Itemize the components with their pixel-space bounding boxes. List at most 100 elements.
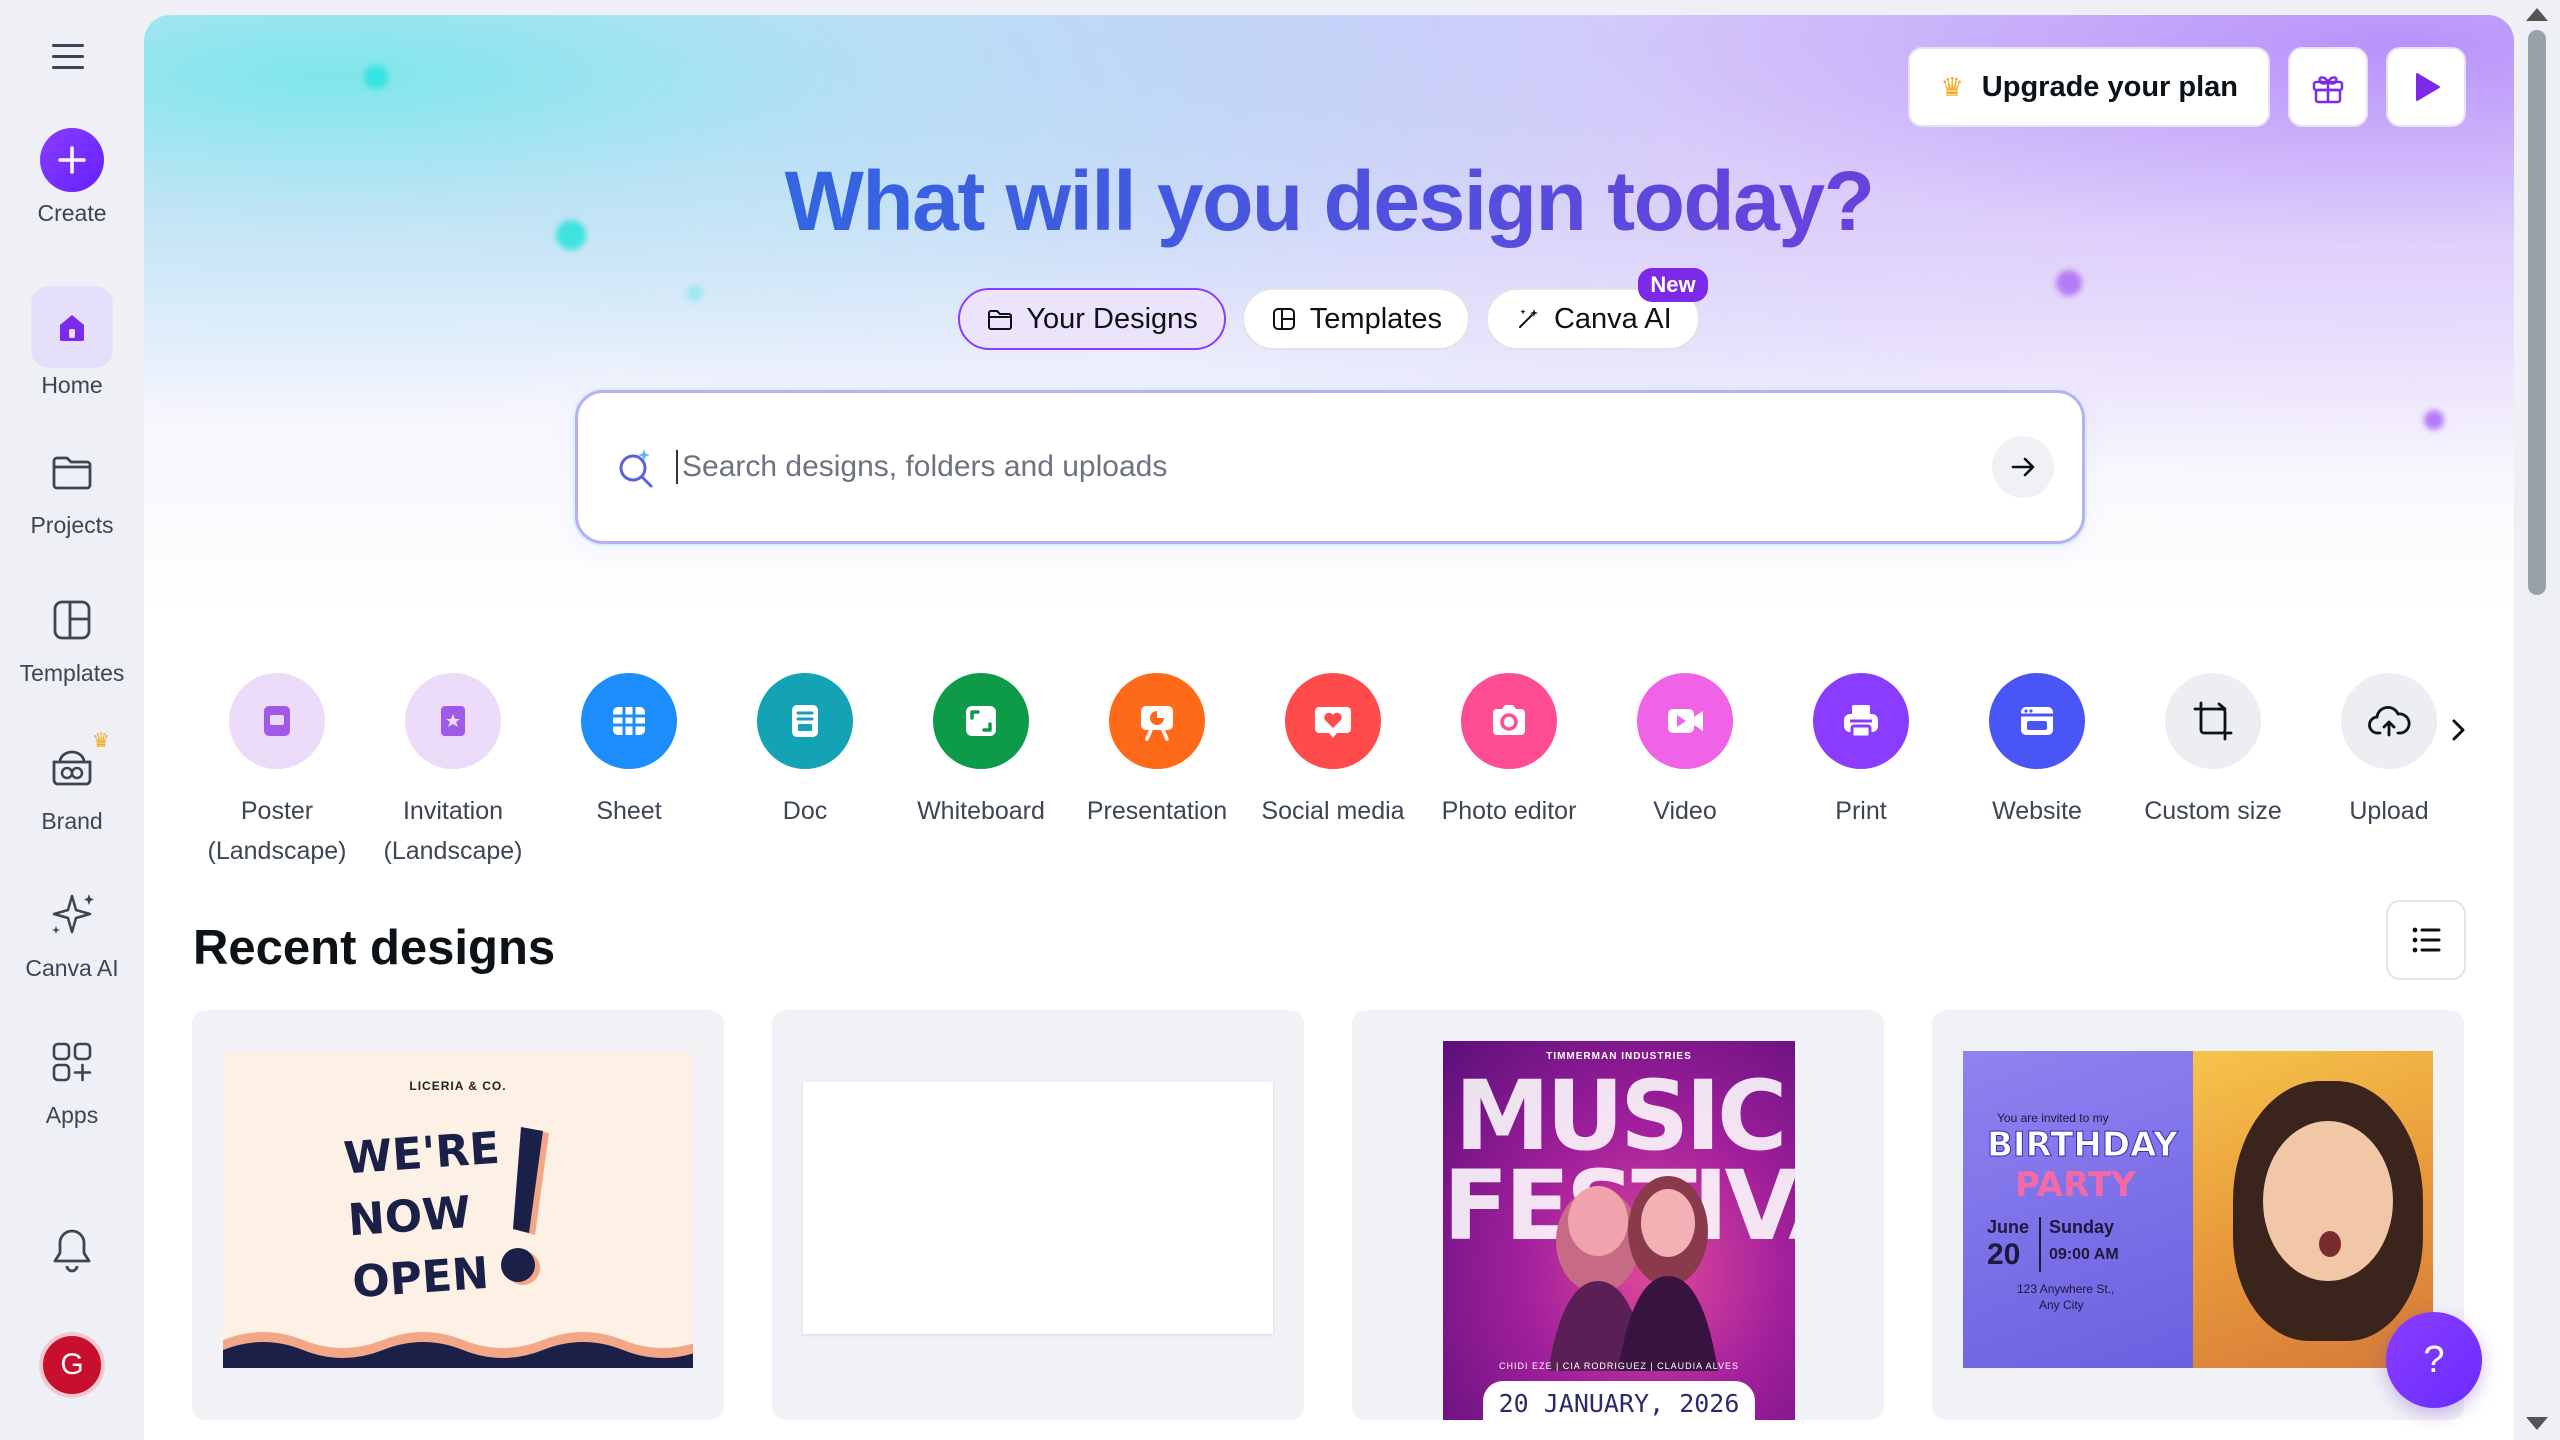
sidebar-item-label: Home: [41, 372, 103, 398]
print-icon: [1813, 673, 1909, 769]
website-icon: [1989, 673, 2085, 769]
scroll-down-arrow-icon[interactable]: [2526, 1417, 2548, 1430]
sidebar-item-create[interactable]: Create: [0, 128, 144, 227]
hamburger-menu-icon[interactable]: [52, 36, 92, 76]
design-type-website[interactable]: Website: [1949, 673, 2125, 871]
help-button[interactable]: ?: [2386, 1312, 2482, 1408]
folder-icon: [40, 440, 104, 504]
thumbnail-text: LICERIA & CO.: [409, 1079, 507, 1093]
plus-icon: [40, 128, 104, 192]
sidebar-item-projects[interactable]: Projects: [0, 440, 144, 539]
sheet-icon: [581, 673, 677, 769]
sidebar: Create Home Projects Templates ♛ Brand C…: [0, 0, 144, 1440]
video-icon: [1637, 673, 1733, 769]
design-card[interactable]: [772, 1010, 1304, 1420]
upgrade-label: Upgrade your plan: [1981, 70, 2238, 103]
ai-search-icon: [619, 449, 653, 488]
design-type-upload[interactable]: Upload: [2301, 673, 2477, 871]
sidebar-item-brand[interactable]: ♛ Brand: [0, 730, 144, 835]
sidebar-item-templates[interactable]: Templates: [0, 588, 144, 687]
design-type-sheet[interactable]: Sheet: [541, 673, 717, 871]
presentation-icon: [1109, 673, 1205, 769]
page-title: What will you design today?: [144, 153, 2514, 250]
tab-label: Your Designs: [1026, 302, 1198, 335]
gift-icon: [2312, 76, 2344, 104]
list-view-button[interactable]: [2386, 900, 2466, 980]
design-type-doc[interactable]: Doc: [717, 673, 893, 871]
design-type-label: Video: [1653, 797, 1717, 825]
design-type-invitation[interactable]: Invitation (Landscape): [365, 673, 541, 871]
tab-canva-ai[interactable]: Canva AI New: [1485, 268, 1708, 350]
tab-your-designs[interactable]: Your Designs: [958, 288, 1226, 350]
camera-icon: [1461, 673, 1557, 769]
thumbnail-line: Any City: [2039, 1298, 2084, 1312]
sidebar-item-label: Projects: [30, 512, 114, 538]
crown-icon: ♛: [92, 730, 110, 752]
design-type-label: Invitation (Landscape): [383, 797, 523, 865]
tab-label: Canva AI: [1553, 302, 1672, 335]
recent-designs-heading: Recent designs: [193, 921, 556, 975]
sidebar-item-canva-ai[interactable]: Canva AI: [0, 883, 144, 982]
play-button[interactable]: [2386, 47, 2466, 127]
heart-icon: [1285, 673, 1381, 769]
chevron-right-icon[interactable]: [2444, 715, 2474, 750]
scrollbar-thumb[interactable]: [2528, 30, 2546, 595]
sidebar-item-label: Canva AI: [25, 955, 119, 981]
design-card[interactable]: TIMMERMAN INDUSTRIES MUSIC FESTIVAL CHID…: [1352, 1010, 1884, 1420]
design-type-label: Custom size: [2144, 797, 2282, 825]
thumbnail-line: Sunday: [2049, 1217, 2115, 1237]
magic-sparkles-icon: [1518, 309, 1538, 328]
sidebar-item-apps[interactable]: Apps: [0, 1030, 144, 1129]
sidebar-item-label: Brand: [41, 808, 103, 834]
sidebar-item-home[interactable]: Home: [0, 286, 144, 399]
sparkles-icon: [40, 883, 104, 947]
design-type-label: Upload: [2349, 797, 2429, 825]
design-type-label: Social media: [1261, 797, 1405, 825]
design-card[interactable]: You are invited to my BIRTHDAY PARTY Jun…: [1932, 1010, 2464, 1420]
thumbnail-line: NOW: [346, 1186, 473, 1247]
upload-cloud-icon: [2341, 673, 2437, 769]
thumbnail-text: WE'RE NOW OPEN: [342, 1118, 511, 1314]
user-avatar[interactable]: G: [0, 1332, 144, 1398]
sparkle-decoration: [364, 65, 388, 89]
design-type-label: Poster (Landscape): [207, 797, 347, 865]
design-type-label: Print: [1835, 797, 1887, 825]
design-type-whiteboard[interactable]: Whiteboard: [893, 673, 1069, 871]
design-type-label: Sheet: [596, 797, 662, 825]
singers-image: [1548, 1176, 1718, 1371]
crown-icon: ♛: [1940, 71, 1964, 102]
arrow-right-icon: [2011, 457, 2035, 477]
design-type-poster[interactable]: Poster (Landscape): [189, 673, 365, 871]
sidebar-item-label: Create: [37, 200, 107, 226]
search-submit-button[interactable]: [1992, 436, 2054, 498]
notifications-bell-icon[interactable]: [0, 1225, 144, 1275]
design-type-video[interactable]: Video: [1597, 673, 1773, 871]
thumbnail-line: 123 Anywhere St.,: [2017, 1282, 2115, 1296]
wave-graphic: [223, 1332, 693, 1368]
design-type-print[interactable]: Print: [1773, 673, 1949, 871]
tab-label: Templates: [1309, 302, 1442, 335]
design-type-social-media[interactable]: Social media: [1245, 673, 1421, 871]
list-icon: [2412, 927, 2441, 953]
scroll-up-arrow-icon[interactable]: [2526, 8, 2548, 21]
sidebar-item-label: Templates: [19, 660, 125, 686]
gift-button[interactable]: [2288, 47, 2368, 127]
design-type-custom-size[interactable]: Custom size: [2125, 673, 2301, 871]
folder-icon: [988, 310, 1013, 330]
design-thumbnail: You are invited to my BIRTHDAY PARTY Jun…: [1963, 1051, 2433, 1368]
thumbnail-text: You are invited to my BIRTHDAY PARTY Jun…: [1987, 1111, 2179, 1312]
design-type-photo-editor[interactable]: Photo editor: [1421, 673, 1597, 871]
sparkle-decoration: [2424, 410, 2444, 430]
page-scrollbar[interactable]: [2514, 0, 2560, 1440]
search-bar: [575, 390, 2085, 544]
design-source-tabs: Your Designs Templates Canva AI New: [144, 268, 2514, 350]
upgrade-plan-button[interactable]: ♛ Upgrade your plan: [1908, 47, 2270, 127]
doc-icon: [757, 673, 853, 769]
tab-templates[interactable]: Templates: [1241, 288, 1470, 350]
design-type-label: Presentation: [1086, 797, 1228, 825]
avatar: G: [39, 1332, 105, 1398]
search-input[interactable]: [676, 450, 1992, 484]
design-type-presentation[interactable]: Presentation: [1069, 673, 1245, 871]
design-card[interactable]: LICERIA & CO. WE'RE NOW OPEN: [192, 1010, 724, 1420]
apps-grid-icon: [40, 1030, 104, 1094]
